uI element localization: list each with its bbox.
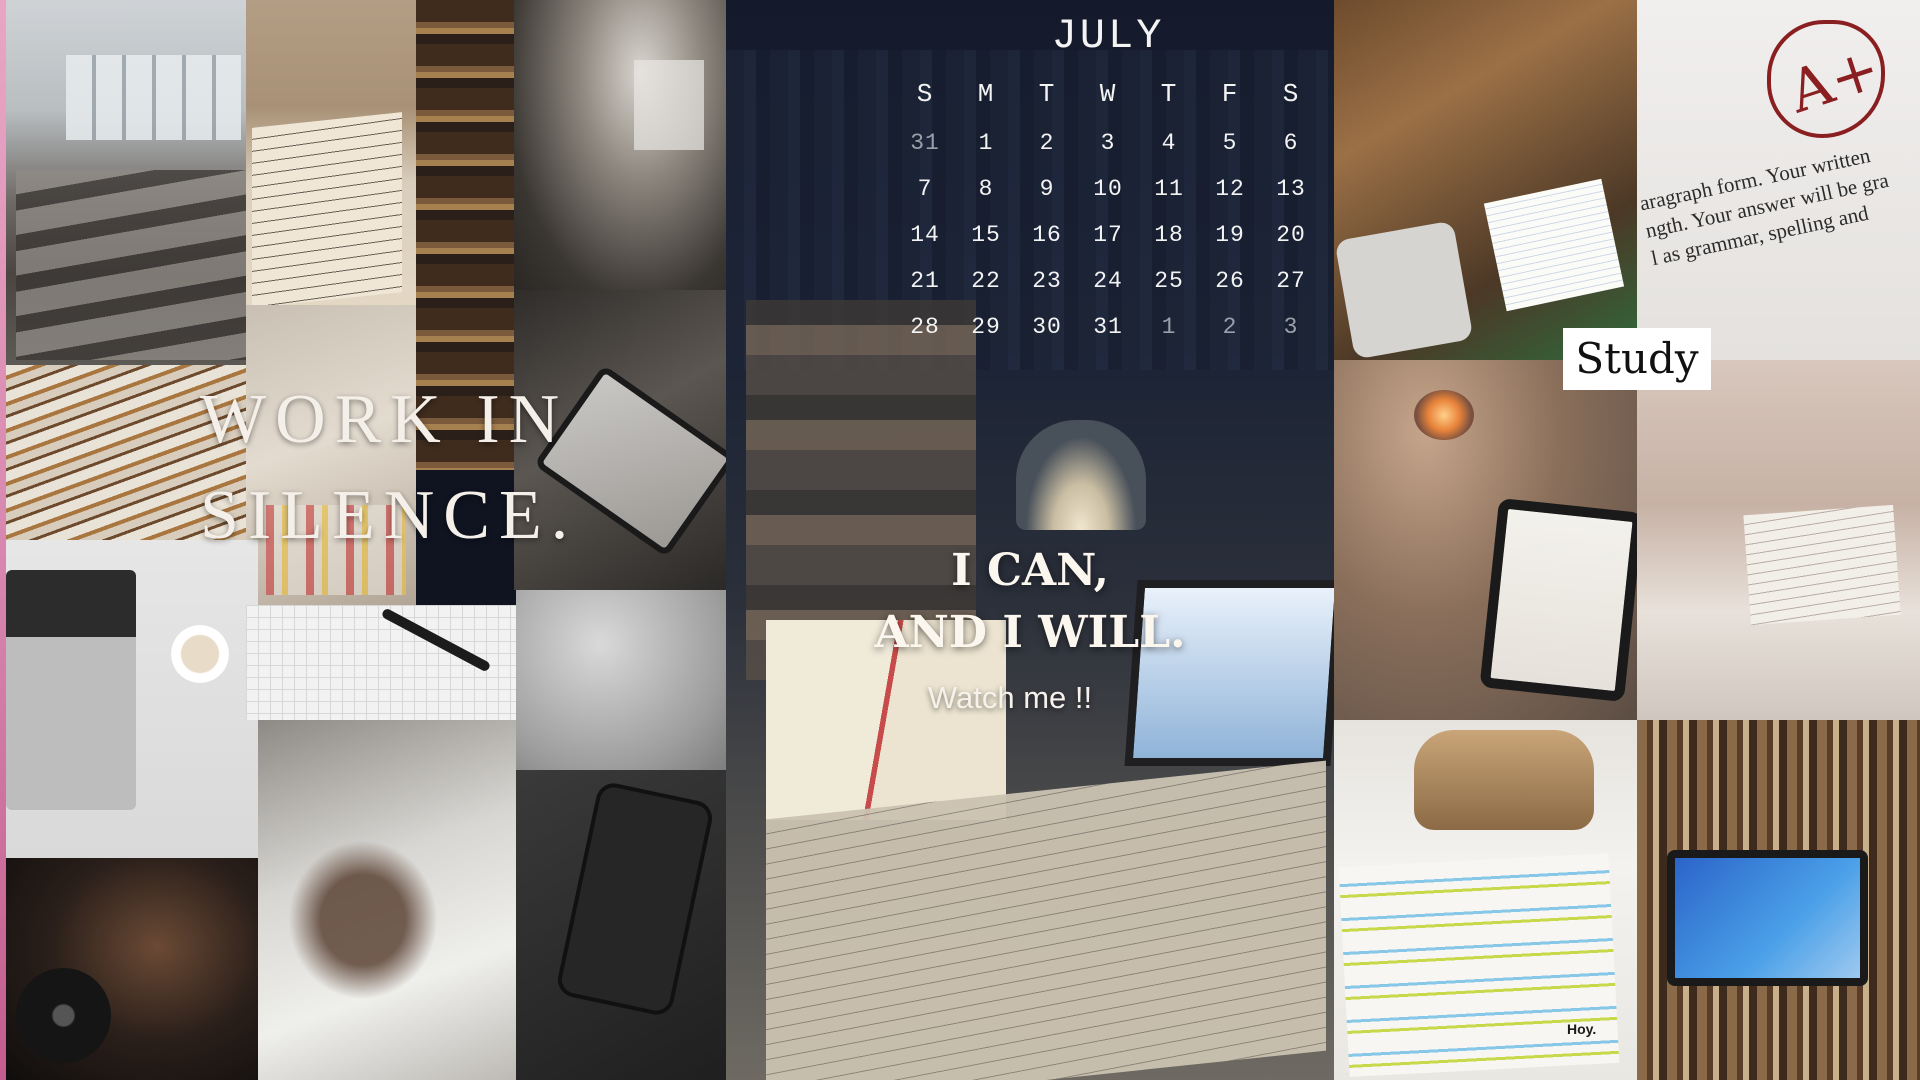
calendar-day: 10 (1093, 176, 1123, 202)
quote-line: AND I WILL. (874, 607, 1186, 658)
calendar-day: 28 (910, 314, 940, 340)
calendar-day: 2 (1222, 314, 1238, 340)
note-text: Hoy. (1567, 1021, 1597, 1037)
calendar-day: 30 (1032, 314, 1062, 340)
calendar-day: 3 (1283, 314, 1299, 340)
study-label: Study (1563, 328, 1711, 390)
calendar-weekday: T (1160, 79, 1178, 109)
calendar-day: 17 (1093, 222, 1123, 248)
calendar-day: 16 (1032, 222, 1062, 248)
calendar-weekday: T (1038, 79, 1056, 109)
calendar: JULY S M T W T F S 31 1 2 3 4 5 6 7 8 9 10 11 12 13 14 15 16 17 1… (888, 12, 1328, 350)
photo-phone (516, 770, 726, 1080)
calendar-day: 18 (1154, 222, 1184, 248)
calendar-day: 2 (1039, 130, 1055, 156)
calendar-day: 27 (1276, 268, 1306, 294)
quote-watch-me: Watch me !! (927, 680, 1093, 715)
calendar-day: 13 (1276, 176, 1306, 202)
calendar-day: 3 (1100, 130, 1116, 156)
calendar-weekday: M (977, 79, 995, 109)
photo-grid-notebook-pen (246, 605, 516, 720)
calendar-day: 15 (971, 222, 1001, 248)
photo-classroom (6, 0, 246, 365)
quote-work-in-silence: WORK IN SILENCE. (200, 372, 620, 564)
calendar-day: 4 (1161, 130, 1177, 156)
calendar-day: 11 (1154, 176, 1184, 202)
calendar-day: 29 (971, 314, 1001, 340)
calendar-day: 8 (978, 176, 994, 202)
calendar-weekday: S (916, 79, 934, 109)
calendar-day: 22 (971, 268, 1001, 294)
calendar-day: 6 (1283, 130, 1299, 156)
calendar-day: 12 (1215, 176, 1245, 202)
calendar-day: 31 (910, 130, 940, 156)
photo-cafe-table (1334, 0, 1637, 360)
quote-line: WORK IN (200, 381, 569, 458)
photo-anatomy-notes (1637, 360, 1920, 720)
photo-library-laptop (1637, 720, 1920, 1080)
photo-laptop-coffee (6, 540, 258, 858)
calendar-day: 31 (1093, 314, 1123, 340)
photo-graded-paper: A+ aragraph form. Your written ngth. You… (1637, 0, 1920, 360)
calendar-day: 19 (1215, 222, 1245, 248)
photo-handwritten-notebook (246, 0, 416, 305)
desktop-wallpaper: A+ aragraph form. Your written ngth. You… (0, 0, 1920, 1080)
quote-line: I CAN, (951, 545, 1109, 596)
calendar-weekday: F (1221, 79, 1239, 109)
photo-desk-lamp (514, 0, 726, 290)
calendar-day: 25 (1154, 268, 1184, 294)
calendar-day: 26 (1215, 268, 1245, 294)
calendar-day: 23 (1032, 268, 1062, 294)
calendar-day: 1 (978, 130, 994, 156)
grade-circle: A+ (1767, 20, 1888, 138)
calendar-day: 5 (1222, 130, 1238, 156)
paper-text: aragraph form. Your written ngth. Your a… (1637, 131, 1920, 327)
photo-pillow (516, 590, 726, 770)
calendar-day: 9 (1039, 176, 1055, 202)
calendar-day: 14 (910, 222, 940, 248)
photo-gym-barbell (6, 858, 258, 1080)
calendar-grid: S M T W T F S 31 1 2 3 4 5 6 7 8 9 10 11 12 13 14 15 16 17 18 19 20… (888, 68, 1328, 350)
calendar-weekday: S (1282, 79, 1300, 109)
quote-i-can: I CAN, AND I WILL. (870, 540, 1190, 664)
calendar-day: 20 (1276, 222, 1306, 248)
calendar-day: 1 (1161, 314, 1177, 340)
desk-lamp (1016, 420, 1146, 530)
photo-anatomy-tablet (1334, 360, 1637, 720)
calendar-month: JULY (1051, 12, 1165, 60)
calendar-day: 7 (917, 176, 933, 202)
photo-hand-writing (258, 720, 516, 1080)
quote-line: SILENCE. (200, 477, 578, 554)
calendar-weekday: W (1099, 79, 1117, 109)
calendar-day: 21 (910, 268, 940, 294)
grade-mark: A+ (1780, 33, 1888, 127)
calendar-day: 24 (1093, 268, 1123, 294)
